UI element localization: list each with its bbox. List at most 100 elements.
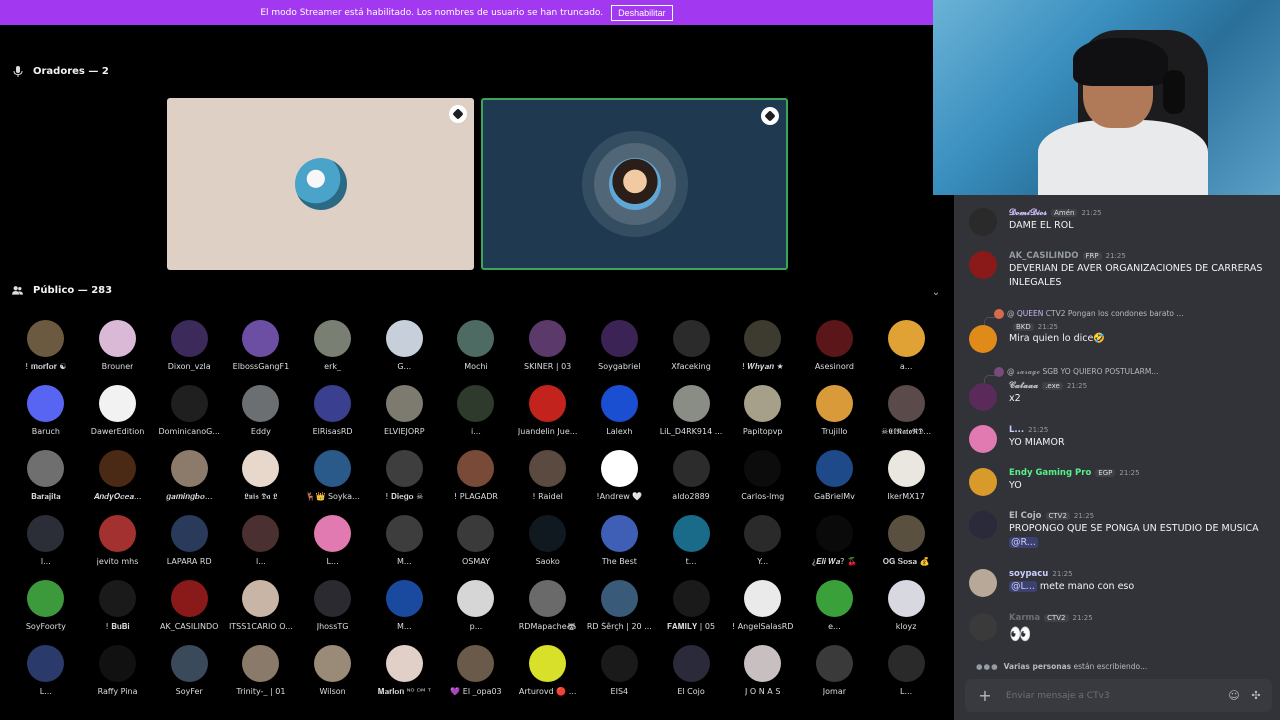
audience-member[interactable]: El Cojo (655, 645, 727, 700)
audience-member[interactable]: SKINER | 03 (512, 320, 584, 375)
audience-member[interactable]: 𝐎𝐆 𝐒𝐨𝐬𝐚 💰 (870, 515, 942, 570)
add-attachment-icon[interactable]: + (976, 686, 994, 705)
avatar[interactable] (969, 325, 997, 353)
audience-member[interactable]: L... (870, 645, 942, 700)
audience-member[interactable]: Juandelin Jue... (512, 385, 584, 440)
audience-member[interactable]: 𝑨𝒏𝒅𝒚𝑶𝒄𝒆𝒂... (82, 450, 154, 505)
audience-member[interactable]: Trujillo (799, 385, 871, 440)
audience-member[interactable]: ElRisasRD (297, 385, 369, 440)
avatar[interactable] (969, 383, 997, 411)
message-author[interactable]: AK_CASILINDO (1009, 251, 1079, 261)
audience-member[interactable]: jevito mhs (82, 515, 154, 570)
audience-member[interactable]: !Andrew 🤍 (584, 450, 656, 505)
audience-member[interactable]: erk_ (297, 320, 369, 375)
audience-member[interactable]: LAPARA RD (153, 515, 225, 570)
audience-member[interactable]: AK_CASILINDO (153, 580, 225, 635)
audience-member[interactable]: ElbossGangF1 (225, 320, 297, 375)
audience-member[interactable]: GaBrielMv (799, 450, 871, 505)
audience-member[interactable]: a... (870, 320, 942, 375)
message-author[interactable]: Karma (1009, 613, 1040, 623)
audience-member[interactable]: Xfaceking (655, 320, 727, 375)
audience-member[interactable]: 𝒈𝒂𝒎𝒊𝒏𝒈𝒃𝒐... (153, 450, 225, 505)
audience-member[interactable]: IkerMX17 (870, 450, 942, 505)
avatar[interactable] (969, 425, 997, 453)
audience-member[interactable]: t... (655, 515, 727, 570)
audience-member[interactable]: i... (440, 385, 512, 440)
avatar[interactable] (969, 569, 997, 597)
audience-member[interactable]: Wilson (297, 645, 369, 700)
audience-member[interactable]: aldo2889 (655, 450, 727, 505)
audience-member[interactable]: Papitopvp (727, 385, 799, 440)
speaker-tile-speaking[interactable] (481, 98, 788, 270)
audience-member[interactable]: The Best (584, 515, 656, 570)
audience-member[interactable]: Soygabriel (584, 320, 656, 375)
audience-member[interactable]: Saoko (512, 515, 584, 570)
audience-member[interactable]: Y... (727, 515, 799, 570)
audience-member[interactable]: 🦌👑 Soyka... (297, 450, 369, 505)
audience-member[interactable]: RD Šêrçh | 20 ... (584, 580, 656, 635)
emoji-icon[interactable]: ☺ (1228, 689, 1240, 702)
audience-member[interactable]: Carlos-lmg (727, 450, 799, 505)
message-author[interactable]: 𝓒𝓪𝓽𝓪𝓪𝓪 (1009, 381, 1038, 391)
apps-icon[interactable]: ✣ (1250, 689, 1262, 702)
message-input[interactable] (1006, 690, 1228, 701)
user-mention[interactable]: @L... (1009, 581, 1037, 592)
audience-member[interactable]: ! 𝐁𝐮𝐁𝐢 (82, 580, 154, 635)
audience-member[interactable]: ! AngelSalasRD (727, 580, 799, 635)
audience-member[interactable]: Arturovd 🔴 ... (512, 645, 584, 700)
audience-member[interactable]: DawerEdition (82, 385, 154, 440)
audience-member[interactable]: LiL_D4RK914 ... (655, 385, 727, 440)
audience-member[interactable]: M... (368, 580, 440, 635)
speaker-tile[interactable] (167, 98, 474, 270)
reply-preview[interactable]: @ QUEEN CTV2 Pongan los condones barato … (994, 309, 1244, 319)
audience-member[interactable]: L... (297, 515, 369, 570)
reply-preview[interactable]: @ 𝓼𝓪𝓻𝓪𝓰𝓸 SGB YO QUIERO POSTULARM... (994, 367, 1244, 377)
audience-member[interactable]: ! 𝐃𝐢𝐞𝐠𝐨 ☠ (368, 450, 440, 505)
avatar[interactable] (969, 613, 997, 641)
audience-member[interactable]: 𝕷𝖚𝖎𝖘 𝕯𝖆 𝕷 (225, 450, 297, 505)
audience-member[interactable]: Trinity-_ | 01 (225, 645, 297, 700)
audience-member[interactable]: Asesinord (799, 320, 871, 375)
audience-member[interactable]: OSMAY (440, 515, 512, 570)
audience-member[interactable]: Jomar (799, 645, 871, 700)
audience-member[interactable]: l... (10, 515, 82, 570)
audience-member[interactable]: L... (10, 645, 82, 700)
audience-member[interactable]: Brouner (82, 320, 154, 375)
audience-member[interactable]: SoyFoorty (10, 580, 82, 635)
audience-member[interactable]: l... (225, 515, 297, 570)
audience-member[interactable]: J O N A S (727, 645, 799, 700)
audience-member[interactable]: e... (799, 580, 871, 635)
audience-member[interactable]: EIS4 (584, 645, 656, 700)
avatar[interactable] (969, 251, 997, 279)
audience-member[interactable]: M... (368, 515, 440, 570)
audience-member[interactable]: ☠𝕰𝖑𝕹𝖆𝖙𝖔𝕽𝕯... (870, 385, 942, 440)
audience-member[interactable]: ! 𝑾𝒉𝒚𝒂𝒏 ★ (727, 320, 799, 375)
audience-member[interactable]: DominicanoG... (153, 385, 225, 440)
audience-member[interactable]: Mochi (440, 320, 512, 375)
audience-member[interactable]: RDMapache🦝 (512, 580, 584, 635)
audience-member[interactable]: Raffy Pina (82, 645, 154, 700)
audience-member[interactable]: 𝐁𝐚𝐫𝐚𝐣𝐢𝐭𝐚 (10, 450, 82, 505)
audience-member[interactable]: ! PLAGADR (440, 450, 512, 505)
chevron-down-icon[interactable]: ⌄ (930, 287, 942, 299)
audience-member[interactable]: ITSS1CARIO O... (225, 580, 297, 635)
message-author[interactable]: soypacu (1009, 569, 1048, 579)
audience-member[interactable]: Eddy (225, 385, 297, 440)
audience-member[interactable]: p... (440, 580, 512, 635)
audience-member[interactable]: SoyFer (153, 645, 225, 700)
audience-member[interactable]: 𝐌𝐚𝐫𝐥𝐨𝐧 ᴺᴼ ᴰᴹ ᵀ (368, 645, 440, 700)
audience-member[interactable]: ! Raidel (512, 450, 584, 505)
avatar[interactable] (969, 511, 997, 539)
audience-member[interactable]: 𝐅𝐀𝐌𝐈𝐋𝐘 | 05 (655, 580, 727, 635)
audience-member[interactable]: ! 𝐦𝐨𝐫𝐟𝐨𝐫 ☯ (10, 320, 82, 375)
audience-member[interactable]: Baruch (10, 385, 82, 440)
audience-member[interactable]: Lalexh (584, 385, 656, 440)
disable-streamer-mode-button[interactable]: Deshabilitar (611, 4, 673, 21)
user-mention[interactable]: @R... (1009, 537, 1038, 548)
audience-member[interactable]: Dixon_vzla (153, 320, 225, 375)
audience-member[interactable]: ¿𝑬𝒍𝒊 𝑾𝒂? 🍒 (799, 515, 871, 570)
message-author[interactable]: 𝓓𝓸𝓶𝓲𝓓𝓲𝓸𝓼 (1009, 208, 1047, 218)
audience-member[interactable]: JhossTG (297, 580, 369, 635)
message-author[interactable]: El Cojo (1009, 511, 1042, 521)
audience-member[interactable]: kloyz (870, 580, 942, 635)
